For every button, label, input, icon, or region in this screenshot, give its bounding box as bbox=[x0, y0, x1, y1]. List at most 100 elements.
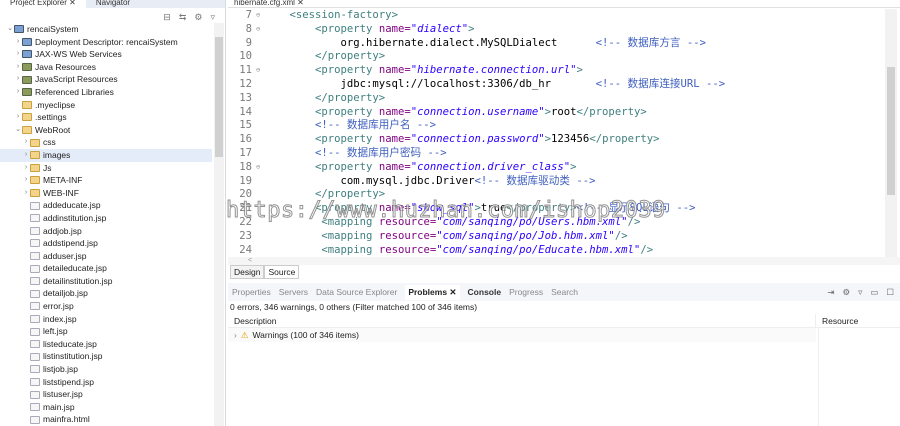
code-token-txt: root bbox=[551, 105, 577, 118]
fold-icon[interactable]: ⊖ bbox=[256, 64, 264, 78]
line-number: 8 bbox=[245, 22, 252, 35]
tree-item[interactable]: › Deployment Descriptor: rencaiSystem bbox=[0, 36, 212, 49]
tree-item-label: addinstitution.jsp bbox=[43, 212, 107, 223]
tree-item[interactable]: › images bbox=[0, 148, 212, 162]
tab-source[interactable]: Source bbox=[264, 265, 300, 279]
tree-item[interactable]: › Java Resources bbox=[0, 61, 212, 74]
tree-item[interactable]: › Referenced Libraries bbox=[0, 86, 212, 99]
editor-tab-hibernate-cfg[interactable]: hibernate.cfg.xml ✕ bbox=[228, 0, 900, 8]
code-token-txt: jdbc:mysql://localhost:3306/db_hr bbox=[264, 77, 596, 90]
tree-item[interactable]: ⌄ rencaiSystem bbox=[0, 23, 212, 36]
tree-item[interactable]: listjob.jsp bbox=[0, 363, 212, 376]
collapsed-chevron-icon[interactable]: › bbox=[22, 149, 30, 162]
file-icon bbox=[30, 327, 40, 336]
tree-scrollbar[interactable] bbox=[214, 23, 224, 426]
tree-item[interactable]: detailjob.jsp bbox=[0, 287, 212, 300]
expanded-chevron-icon[interactable]: ⌄ bbox=[6, 23, 14, 36]
tab-navigator[interactable]: Navigator bbox=[86, 0, 140, 8]
tree-item[interactable]: mainfra.html bbox=[0, 413, 212, 426]
tree-item[interactable]: addstipend.jsp bbox=[0, 237, 212, 250]
editor-vertical-scrollbar[interactable] bbox=[885, 9, 897, 257]
collapsed-chevron-icon[interactable]: › bbox=[22, 187, 30, 200]
code-token-val: "com/sanqing/po/Job.hbm.xml" bbox=[436, 229, 615, 242]
tree-item[interactable]: ⌄ WebRoot bbox=[0, 124, 212, 137]
proj-icon bbox=[22, 50, 32, 59]
tree-item[interactable]: listuser.jsp bbox=[0, 388, 212, 401]
code-token-tag: /> bbox=[640, 243, 654, 256]
tab-search[interactable]: Search bbox=[551, 287, 578, 297]
tree-item[interactable]: › JAX-WS Web Services bbox=[0, 48, 212, 61]
tab-progress[interactable]: Progress bbox=[509, 287, 543, 297]
collapsed-chevron-icon[interactable]: › bbox=[14, 86, 22, 99]
tree-item[interactable]: liststipend.jsp bbox=[0, 376, 212, 389]
tab-problems[interactable]: Problems ✕ bbox=[405, 284, 460, 300]
tab-servers[interactable]: Servers bbox=[279, 287, 308, 297]
column-description[interactable]: Description bbox=[228, 314, 816, 327]
fold-icon bbox=[256, 50, 264, 64]
scrollbar-thumb[interactable] bbox=[887, 67, 895, 195]
tree-item[interactable]: detailinstitution.jsp bbox=[0, 275, 212, 288]
problems-summary: 0 errors, 346 warnings, 0 others (Filter… bbox=[230, 302, 478, 312]
tree-item-label: index.jsp bbox=[43, 313, 77, 324]
fold-icon[interactable]: ⊖ bbox=[256, 9, 264, 23]
tree-item[interactable]: addinstitution.jsp bbox=[0, 212, 212, 225]
code-token-tag: <property bbox=[315, 64, 379, 77]
link-editor-icon[interactable]: ⇆ bbox=[179, 12, 187, 23]
collapsed-chevron-icon[interactable]: › bbox=[22, 174, 30, 187]
collapsed-chevron-icon[interactable]: › bbox=[22, 136, 30, 149]
collapsed-chevron-icon[interactable]: › bbox=[14, 48, 22, 61]
tree-item[interactable]: › .settings bbox=[0, 111, 212, 124]
line-number: 18 bbox=[239, 160, 252, 173]
tree-item[interactable]: listeducate.jsp bbox=[0, 338, 212, 351]
view-menu-icon[interactable]: ▿ bbox=[858, 287, 862, 298]
editor-horizontal-scrollbar[interactable]: < bbox=[228, 257, 900, 265]
tree-item[interactable]: adduser.jsp bbox=[0, 250, 212, 263]
tree-item[interactable]: detaileducate.jsp bbox=[0, 262, 212, 275]
fold-icon[interactable]: ⊖ bbox=[256, 23, 264, 37]
minimize-icon[interactable]: ▭ bbox=[870, 287, 878, 298]
expand-chevron-icon[interactable]: › bbox=[234, 328, 237, 342]
tab-console[interactable]: Console bbox=[468, 287, 502, 297]
tree-item[interactable]: .myeclipse bbox=[0, 99, 212, 112]
tree-item[interactable]: › Js bbox=[0, 162, 212, 175]
collapsed-chevron-icon[interactable]: › bbox=[14, 73, 22, 86]
tree-item[interactable]: › JavaScript Resources bbox=[0, 73, 212, 86]
code-token-txt: 123456 bbox=[551, 133, 590, 146]
tab-design[interactable]: Design bbox=[230, 265, 265, 279]
filter-icon[interactable]: ⚙ bbox=[842, 287, 850, 298]
collapsed-chevron-icon[interactable]: › bbox=[22, 162, 30, 175]
tree-item-label: left.jsp bbox=[43, 326, 68, 337]
tree-item[interactable]: left.jsp bbox=[0, 325, 212, 338]
collapsed-chevron-icon[interactable]: › bbox=[14, 36, 22, 49]
code-line: 23 <mapping resource= "com/sanqing/po/Job… bbox=[228, 230, 884, 244]
collapse-all-icon[interactable]: ⊟ bbox=[163, 12, 171, 23]
code-line: 16 <property name= "connection.password" >… bbox=[228, 133, 884, 147]
tree-item[interactable]: › WEB-INF bbox=[0, 187, 212, 200]
tab-data-source-explorer[interactable]: Data Source Explorer bbox=[316, 287, 397, 297]
tree-item[interactable]: › META-INF bbox=[0, 174, 212, 187]
collapsed-chevron-icon[interactable]: › bbox=[14, 61, 22, 74]
view-menu-icon[interactable]: ▿ bbox=[210, 12, 215, 23]
focus-icon[interactable]: ⇥ bbox=[827, 287, 834, 298]
tree-item[interactable]: listinstitution.jsp bbox=[0, 350, 212, 363]
tree-item[interactable]: error.jsp bbox=[0, 300, 212, 313]
fold-icon[interactable]: ⊖ bbox=[256, 161, 264, 175]
maximize-icon[interactable]: ☐ bbox=[886, 287, 894, 298]
panel-toolbar: ⇥ ⚙ ▿ ▭ ☐ bbox=[827, 287, 900, 298]
tree-item[interactable]: › css bbox=[0, 136, 212, 149]
tree-item[interactable]: addeducate.jsp bbox=[0, 199, 212, 212]
code-token-attr: name= bbox=[378, 133, 411, 146]
collapsed-chevron-icon[interactable]: › bbox=[14, 111, 22, 124]
expanded-chevron-icon[interactable]: ⌄ bbox=[14, 124, 22, 137]
tab-properties[interactable]: Properties bbox=[232, 287, 271, 297]
column-resource[interactable]: Resource bbox=[816, 314, 858, 327]
tab-project-explorer[interactable]: Project Explorer ✕ bbox=[0, 0, 86, 8]
tree-item[interactable]: index.jsp bbox=[0, 313, 212, 326]
scrollbar-thumb[interactable] bbox=[215, 37, 223, 157]
tree-item[interactable]: addjob.jsp bbox=[0, 225, 212, 238]
fold-icon bbox=[256, 244, 264, 257]
tree-item-label: addstipend.jsp bbox=[43, 238, 98, 249]
warnings-group-row[interactable]: › ⚠ Warnings (100 of 346 items) bbox=[228, 328, 816, 342]
filter-icon[interactable]: ⚙ bbox=[194, 12, 202, 23]
tree-item[interactable]: main.jsp bbox=[0, 401, 212, 414]
